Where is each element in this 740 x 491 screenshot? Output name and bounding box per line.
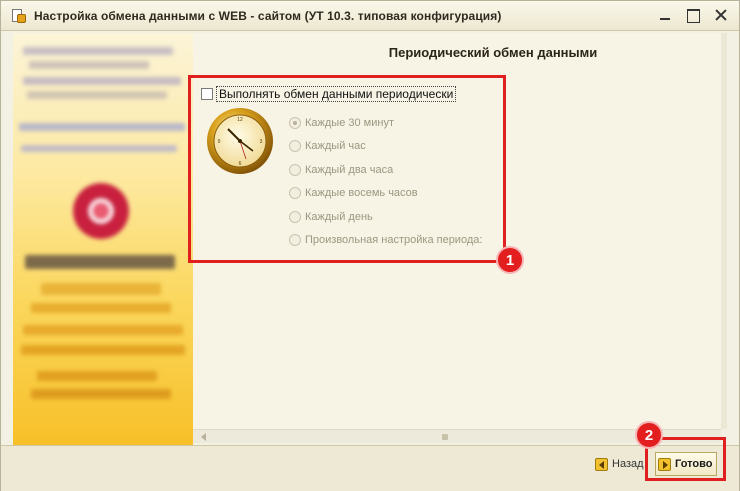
annotation-badge-2: 2 — [635, 421, 663, 449]
company-logo — [73, 183, 129, 239]
title-bar: Настройка обмена данными с WEB - сайтом … — [1, 1, 739, 31]
scroll-thumb[interactable] — [442, 434, 448, 440]
side-banner — [13, 33, 193, 445]
settings-document-icon — [10, 8, 26, 24]
back-button[interactable]: Назад — [595, 452, 644, 476]
annotation-highlight-1 — [188, 75, 506, 263]
back-button-label: Назад — [612, 458, 644, 470]
close-button[interactable] — [713, 7, 729, 23]
annotation-badge-1: 1 — [496, 246, 524, 274]
page-title: Периодический обмен данными — [388, 45, 598, 60]
footer-bar: Назад Готово — [1, 445, 739, 491]
maximize-button[interactable] — [685, 7, 701, 23]
vertical-scrollbar[interactable] — [721, 33, 727, 429]
arrow-left-icon — [595, 457, 608, 471]
scroll-left-icon[interactable] — [201, 433, 206, 441]
minimize-button[interactable] — [657, 7, 673, 23]
window-title: Настройка обмена данными с WEB - сайтом … — [34, 8, 502, 23]
